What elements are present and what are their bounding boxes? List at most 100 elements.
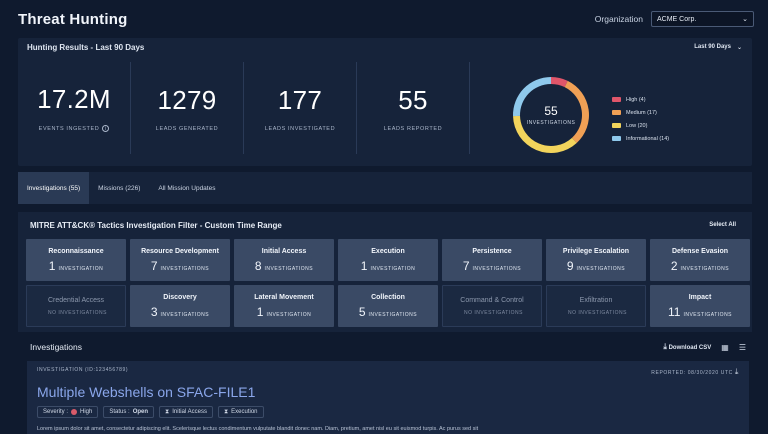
investigation-title[interactable]: Multiple Webshells on SFAC-FILE1 <box>37 384 739 400</box>
stat-value: 55 <box>398 84 428 115</box>
tactic-tile-resource-development[interactable]: Resource Development 7 INVESTIGATIONS <box>130 239 230 281</box>
list-view-icon[interactable]: ☰ <box>739 343 746 352</box>
tactic-tile-impact[interactable]: Impact 11 INVESTIGATIONS <box>650 285 750 327</box>
status-label: Status : <box>109 409 130 415</box>
tactic-name: Impact <box>688 294 712 301</box>
tactic-count-unit: INVESTIGATION <box>58 266 104 272</box>
donut-total: 55 <box>544 104 558 118</box>
download-csv-button[interactable]: ⤓ Download CSV <box>663 342 711 352</box>
tactic-tile-discovery[interactable]: Discovery 3 INVESTIGATIONS <box>130 285 230 327</box>
status-value: Open <box>132 409 149 415</box>
tactic-count: 8 INVESTIGATIONS <box>255 260 314 272</box>
tab-investigations[interactable]: Investigations (55) <box>18 172 90 204</box>
tactic-tile-exfiltration[interactable]: Exfiltration NO INVESTIGATIONS <box>546 285 646 327</box>
tactic-count-number: 1 <box>48 259 56 273</box>
tactic-tile-privilege-escalation[interactable]: Privilege Escalation 9 INVESTIGATIONS <box>546 239 646 281</box>
tactic-count-unit: INVESTIGATIONS <box>160 266 210 272</box>
tactic-count: 7 INVESTIGATIONS <box>462 259 521 273</box>
tactic-name: Defense Evasion <box>671 248 729 255</box>
tab-all-mission-updates[interactable]: All Mission Updates <box>149 172 224 204</box>
legend-swatch <box>612 110 621 115</box>
legend-swatch <box>612 123 621 128</box>
tactic-tile-collection[interactable]: Collection 5 INVESTIGATIONS <box>338 285 438 327</box>
investigations-donut: 55 INVESTIGATIONS <box>506 70 596 160</box>
tactic-tag-icon: ⧗ <box>223 408 229 415</box>
download-icon[interactable]: ⤓ <box>735 367 739 376</box>
tactic-tile-persistence[interactable]: Persistence 7 INVESTIGATIONS <box>442 239 542 281</box>
tactic-count-unit: INVESTIGATIONS <box>576 266 626 272</box>
mitre-filter-panel: MITRE ATT&CK® Tactics Investigation Filt… <box>18 212 752 332</box>
tactic-tile-command-and-control[interactable]: Command & Control NO INVESTIGATIONS <box>442 285 542 327</box>
reported-date: REPORTED: 08/30/2020 UTC <box>651 370 733 376</box>
investigation-description: Lorem ipsum dolor sit amet, consectetur … <box>37 426 479 432</box>
legend-item-low: Low (20) <box>612 119 669 132</box>
legend-swatch <box>612 97 621 102</box>
investigation-card[interactable]: INVESTIGATION (ID:123456789) REPORTED: 0… <box>27 361 749 434</box>
tactic-tile-defense-evasion[interactable]: Defense Evasion 2 INVESTIGATIONS <box>650 239 750 281</box>
tactic-chip-execution[interactable]: ⧗ Execution <box>217 406 264 418</box>
organization-value: ACME Corp. <box>657 15 697 23</box>
top-bar: Threat Hunting Organization ACME Corp. ⌄ <box>0 0 768 38</box>
tactic-count-number: 9 <box>566 259 574 273</box>
stat-label-text: EVENTS INGESTED <box>38 125 100 132</box>
tactic-name: Lateral Movement <box>254 294 314 301</box>
tactic-name: Initial Access <box>261 248 307 255</box>
severity-label: Severity : <box>43 409 69 415</box>
legend-swatch <box>612 136 621 141</box>
tactic-count-unit: NO INVESTIGATIONS <box>464 309 523 316</box>
stat-value: 17.2M <box>37 84 111 114</box>
tactic-count-unit: NO INVESTIGATIONS <box>568 309 627 316</box>
tactic-name: Reconnaissance <box>48 248 104 255</box>
stat-events-ingested: 17.2M EVENTS INGESTED i <box>18 62 131 154</box>
stat-label: LEADS GENERATED <box>155 125 219 132</box>
tactic-count: 3 INVESTIGATIONS <box>150 305 209 319</box>
donut-center: 55 INVESTIGATIONS <box>506 70 596 160</box>
tactic-tile-initial-access[interactable]: Initial Access 8 INVESTIGATIONS <box>234 239 334 281</box>
select-all-button[interactable]: Select All <box>709 222 736 228</box>
tactic-count-unit: INVESTIGATIONS <box>680 266 730 272</box>
tactic-count-number: 7 <box>462 259 470 273</box>
tactic-tile-lateral-movement[interactable]: Lateral Movement 1 INVESTIGATION <box>234 285 334 327</box>
investigations-header: Investigations ⤓ Download CSV ▦ ☰ <box>18 336 752 358</box>
hunting-results-panel: Hunting Results - Last 90 Days Last 90 D… <box>18 38 752 166</box>
tactic-tile-execution[interactable]: Execution 1 INVESTIGATION <box>338 239 438 281</box>
tactic-count-unit: INVESTIGATIONS <box>368 312 418 318</box>
tactic-count-number: 3 <box>150 305 158 319</box>
tactic-count: 1 INVESTIGATION <box>48 259 104 273</box>
tactic-name: Privilege Escalation <box>562 248 630 255</box>
info-icon[interactable]: i <box>102 125 110 132</box>
page-title: Threat Hunting <box>18 10 128 28</box>
stats-row: 17.2M EVENTS INGESTED i 1279 LEADS GENER… <box>18 62 470 162</box>
tactic-count: 1 INVESTIGATION <box>360 259 416 273</box>
tactic-count-number: 1 <box>256 305 264 319</box>
hunting-results-header: Hunting Results - Last 90 Days Last 90 D… <box>18 38 752 56</box>
tactic-count: NO INVESTIGATIONS <box>45 310 107 316</box>
legend-item-informational: Informational (14) <box>612 132 669 145</box>
tactic-chip-initial-access[interactable]: ⧗ Initial Access <box>159 406 213 418</box>
grid-view-icon[interactable]: ▦ <box>721 343 729 352</box>
tactic-name: Command & Control <box>460 296 524 304</box>
tactic-name: Discovery <box>163 294 197 301</box>
chevron-down-icon: ⌄ <box>742 16 748 23</box>
download-icon: ⤓ <box>663 342 667 351</box>
investigation-reported: REPORTED: 08/30/2020 UTC ⤓ <box>651 367 739 377</box>
tactic-tag-icon: ⧗ <box>165 408 170 415</box>
tactic-grid: Reconnaissance 1 INVESTIGATION Resource D… <box>26 239 750 327</box>
investigation-tags: Severity : High Status : Open ⧗ Initial … <box>37 406 739 418</box>
legend-label: Informational (14) <box>626 135 670 142</box>
tab-missions[interactable]: Missions (226) <box>89 172 149 204</box>
time-range-dropdown[interactable]: Last 90 Days ⌄ <box>694 44 742 51</box>
tactic-tile-reconnaissance[interactable]: Reconnaissance 1 INVESTIGATION <box>26 239 126 281</box>
tactic-count-unit: INVESTIGATION <box>370 266 416 272</box>
legend-item-high: High (4) <box>612 93 669 106</box>
stat-leads-generated: 1279 LEADS GENERATED <box>131 62 244 154</box>
tactic-count-number: 1 <box>360 259 368 273</box>
tactic-name: Exfiltration <box>579 296 613 304</box>
tactic-count: 1 INVESTIGATION <box>256 305 311 319</box>
organization-select[interactable]: ACME Corp. ⌄ <box>651 11 754 27</box>
tactic-count-unit: INVESTIGATIONS <box>264 266 314 272</box>
tactic-chip-label: Initial Access <box>172 409 207 415</box>
chevron-down-icon: ⌄ <box>736 44 742 51</box>
organization-picker: Organization ACME Corp. ⌄ <box>595 11 754 27</box>
tactic-tile-credential-access[interactable]: Credential Access NO INVESTIGATIONS <box>26 285 126 327</box>
